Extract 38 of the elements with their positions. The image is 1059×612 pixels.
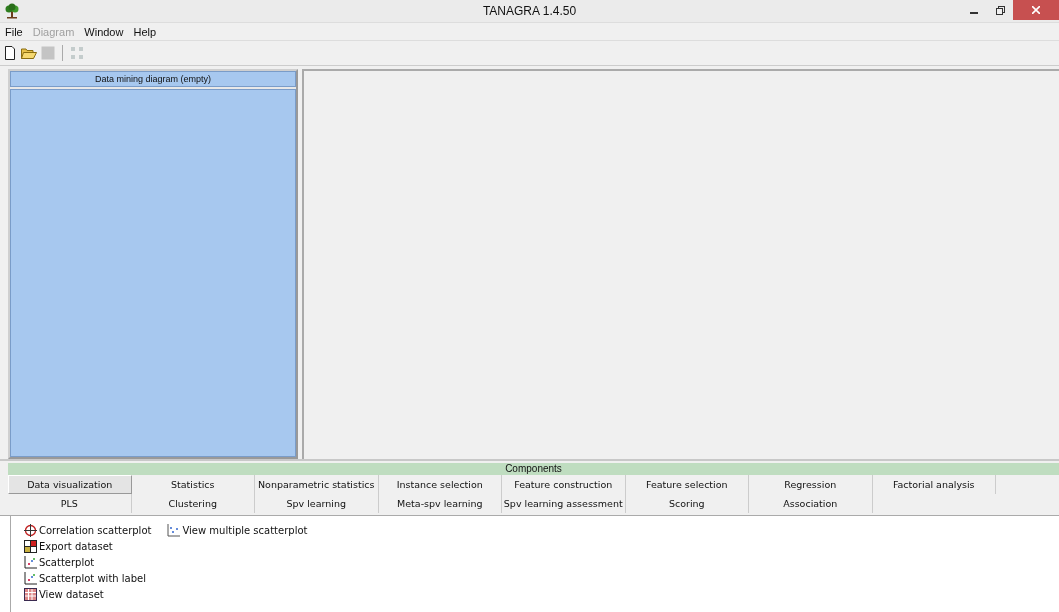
panel-title: Data mining diagram (empty) xyxy=(10,71,296,87)
tree-icon xyxy=(4,3,20,19)
component-tab[interactable]: Spv learning xyxy=(255,494,379,513)
component-tab[interactable]: Association xyxy=(749,494,873,513)
folder-icon[interactable] xyxy=(21,46,37,60)
crosshair-icon xyxy=(24,523,37,537)
restore-icon xyxy=(995,5,1005,15)
component-tab[interactable]: PLS xyxy=(8,494,132,513)
window-title: TANAGRA 1.4.50 xyxy=(482,4,577,18)
component-tab[interactable]: Nonparametric statistics xyxy=(255,475,379,494)
component-tab[interactable]: Feature construction xyxy=(502,475,626,494)
components-header: Components xyxy=(8,463,1059,475)
scatterplot-icon xyxy=(24,571,37,585)
component-tab[interactable]: Clustering xyxy=(131,494,255,513)
component-tab[interactable]: Meta-spv learning xyxy=(378,494,502,513)
close-icon xyxy=(1032,6,1040,14)
component-item[interactable]: Correlation scatterplot xyxy=(24,522,152,538)
component-item[interactable]: Scatterplot with label xyxy=(24,570,152,586)
table-icon xyxy=(24,539,37,553)
component-tab[interactable]: Spv learning assessment xyxy=(502,494,626,513)
component-tab[interactable]: Regression xyxy=(749,475,873,494)
component-tab[interactable]: Scoring xyxy=(625,494,749,513)
component-item[interactable]: View multiple scatterplot xyxy=(167,522,308,538)
component-item[interactable]: Export dataset xyxy=(24,538,152,554)
component-tab[interactable]: Statistics xyxy=(131,475,255,494)
menu-item[interactable]: Help xyxy=(128,25,162,38)
menu-item[interactable]: Window xyxy=(79,25,129,38)
new-file-icon[interactable] xyxy=(3,46,17,60)
component-tab[interactable]: Factorial analysis xyxy=(872,475,996,494)
grid-icon xyxy=(24,587,37,601)
scatterplot-icon xyxy=(24,555,37,569)
component-tab[interactable]: Data visualization xyxy=(8,475,132,494)
menu-item[interactable]: File xyxy=(0,25,28,38)
component-item[interactable]: Scatterplot xyxy=(24,554,152,570)
scatterplot-icon xyxy=(167,523,181,537)
component-tab[interactable]: Feature selection xyxy=(625,475,749,494)
component-item[interactable]: View dataset xyxy=(24,586,152,602)
component-tab[interactable]: Instance selection xyxy=(378,475,502,494)
